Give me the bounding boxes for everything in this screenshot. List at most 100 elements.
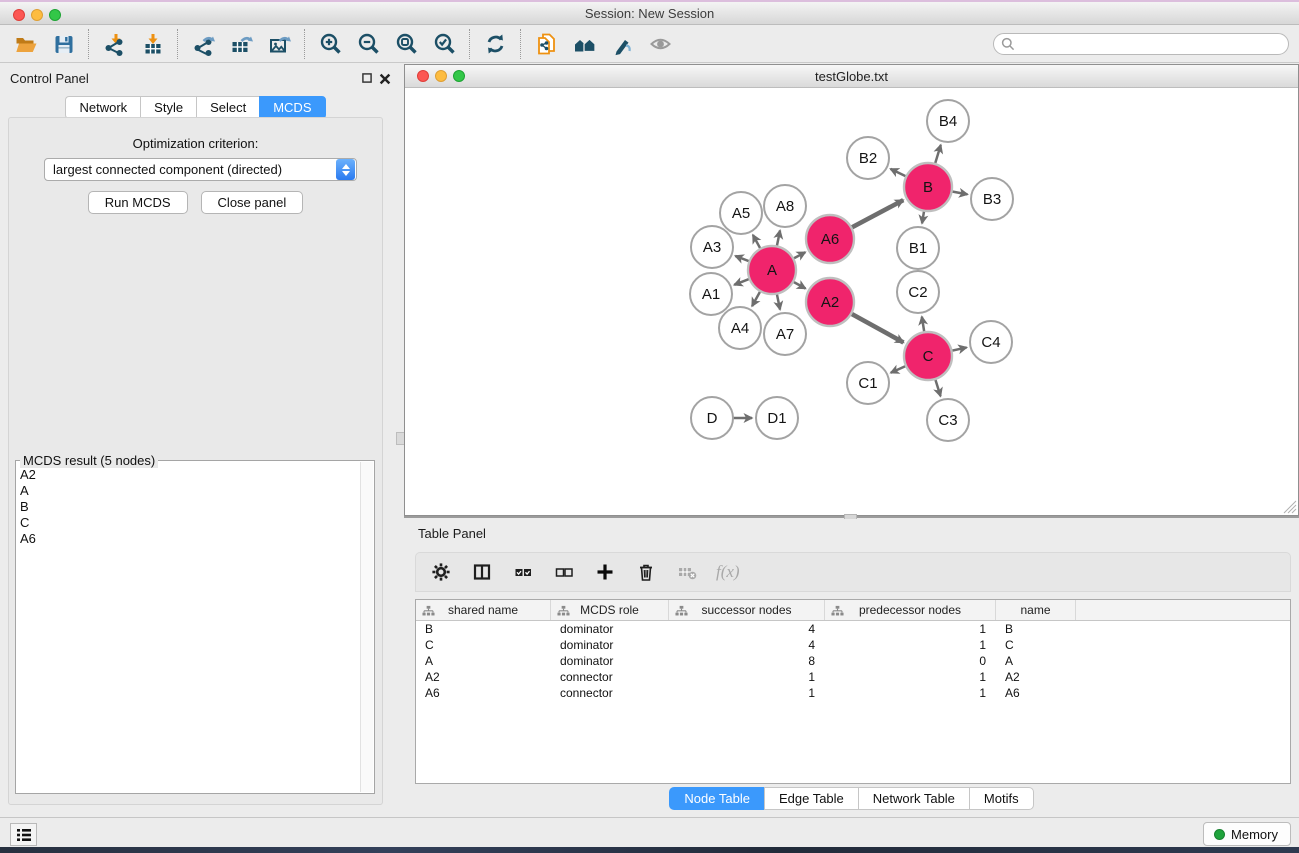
memory-button[interactable]: Memory xyxy=(1203,822,1291,846)
tab-select[interactable]: Select xyxy=(196,96,259,119)
table-row[interactable]: A6connector11A6 xyxy=(416,685,1290,701)
run-mcds-button[interactable]: Run MCDS xyxy=(88,191,188,214)
resize-grip-icon[interactable] xyxy=(1283,500,1297,514)
save-session-icon[interactable] xyxy=(49,30,77,58)
float-panel-icon[interactable] xyxy=(362,73,372,83)
cell-shared-name[interactable]: A6 xyxy=(416,685,551,701)
open-session-icon[interactable] xyxy=(11,30,39,58)
import-network-icon[interactable] xyxy=(100,30,128,58)
network-canvas[interactable]: B4B2BB3A8A5A6A3B1AC2A1A2A4A7C4CC1C3DD1 xyxy=(405,88,1298,515)
cell-successor-nodes[interactable]: 1 xyxy=(669,685,825,701)
cell-MCDS-role[interactable]: connector xyxy=(551,669,669,685)
cell-shared-name[interactable]: B xyxy=(416,621,551,637)
export-network-icon[interactable] xyxy=(189,30,217,58)
add-column-icon[interactable] xyxy=(593,560,617,584)
node-A1[interactable]: A1 xyxy=(690,273,732,315)
criterion-select[interactable]: largest connected component (directed) xyxy=(44,158,357,181)
settings-icon[interactable] xyxy=(429,560,453,584)
table-row[interactable]: Bdominator41B xyxy=(416,621,1290,637)
cell-shared-name[interactable]: C xyxy=(416,637,551,653)
cell-MCDS-role[interactable]: dominator xyxy=(551,621,669,637)
table-row[interactable]: Adominator80A xyxy=(416,653,1290,669)
refresh-icon[interactable] xyxy=(481,30,509,58)
cell-successor-nodes[interactable]: 1 xyxy=(669,669,825,685)
deselect-all-icon[interactable] xyxy=(552,560,576,584)
export-image-icon[interactable] xyxy=(265,30,293,58)
cell-predecessor-nodes[interactable]: 1 xyxy=(825,669,996,685)
result-node-item[interactable]: A xyxy=(20,483,358,499)
node-A5[interactable]: A5 xyxy=(720,192,762,234)
node-C4[interactable]: C4 xyxy=(970,321,1012,363)
cell-name[interactable]: B xyxy=(996,621,1076,637)
node-C1[interactable]: C1 xyxy=(847,362,889,404)
node-A7[interactable]: A7 xyxy=(764,313,806,355)
table-row[interactable]: Cdominator41C xyxy=(416,637,1290,653)
cell-shared-name[interactable]: A xyxy=(416,653,551,669)
cell-MCDS-role[interactable]: dominator xyxy=(551,653,669,669)
export-table-icon[interactable] xyxy=(227,30,255,58)
column-header-MCDS-role[interactable]: MCDS role xyxy=(551,600,669,620)
import-table-icon[interactable] xyxy=(138,30,166,58)
tab-mcds[interactable]: MCDS xyxy=(259,96,325,119)
select-all-icon[interactable] xyxy=(511,560,535,584)
cell-name[interactable]: A6 xyxy=(996,685,1076,701)
zoom-selected-icon[interactable] xyxy=(430,30,458,58)
search-field[interactable] xyxy=(993,33,1289,55)
column-header-name[interactable]: name xyxy=(996,600,1076,620)
cell-predecessor-nodes[interactable]: 1 xyxy=(825,637,996,653)
zoom-out-icon[interactable] xyxy=(354,30,382,58)
cell-successor-nodes[interactable]: 4 xyxy=(669,621,825,637)
node-C[interactable]: C xyxy=(904,332,952,380)
node-A3[interactable]: A3 xyxy=(691,226,733,268)
delete-column-icon[interactable] xyxy=(634,560,658,584)
close-panel-button[interactable]: Close panel xyxy=(201,191,304,214)
node-C2[interactable]: C2 xyxy=(897,271,939,313)
column-header-shared-name[interactable]: shared name xyxy=(416,600,551,620)
column-header-successor-nodes[interactable]: successor nodes xyxy=(669,600,825,620)
task-history-button[interactable] xyxy=(10,823,37,846)
result-node-item[interactable]: B xyxy=(20,499,358,515)
column-header-predecessor-nodes[interactable]: predecessor nodes xyxy=(825,600,996,620)
cell-predecessor-nodes[interactable]: 0 xyxy=(825,653,996,669)
tab-network[interactable]: Network xyxy=(65,96,140,119)
select-stepper-icon[interactable] xyxy=(336,159,355,180)
cell-successor-nodes[interactable]: 8 xyxy=(669,653,825,669)
cell-predecessor-nodes[interactable]: 1 xyxy=(825,621,996,637)
cell-successor-nodes[interactable]: 4 xyxy=(669,637,825,653)
column-browser-icon[interactable] xyxy=(470,560,494,584)
network-graph[interactable]: B4B2BB3A8A5A6A3B1AC2A1A2A4A7C4CC1C3DD1 xyxy=(405,88,1298,516)
cell-predecessor-nodes[interactable]: 1 xyxy=(825,685,996,701)
result-scrollbar[interactable] xyxy=(360,462,373,792)
new-network-from-selection-icon[interactable] xyxy=(532,30,560,58)
network-window-titlebar[interactable]: testGlobe.txt xyxy=(405,65,1298,88)
cell-name[interactable]: A2 xyxy=(996,669,1076,685)
node-B2[interactable]: B2 xyxy=(847,137,889,179)
node-A6[interactable]: A6 xyxy=(806,215,854,263)
tab-motifs[interactable]: Motifs xyxy=(969,787,1034,810)
node-A4[interactable]: A4 xyxy=(719,307,761,349)
result-node-item[interactable]: A6 xyxy=(20,531,358,547)
show-hide-details-icon[interactable] xyxy=(646,30,674,58)
tab-edge-table[interactable]: Edge Table xyxy=(764,787,858,810)
cell-shared-name[interactable]: A2 xyxy=(416,669,551,685)
tab-network-table[interactable]: Network Table xyxy=(858,787,969,810)
cell-MCDS-role[interactable]: dominator xyxy=(551,637,669,653)
tab-node-table[interactable]: Node Table xyxy=(669,787,764,810)
node-B[interactable]: B xyxy=(904,163,952,211)
first-neighbors-icon[interactable] xyxy=(570,30,598,58)
zoom-in-icon[interactable] xyxy=(316,30,344,58)
node-D[interactable]: D xyxy=(691,397,733,439)
result-node-item[interactable]: A2 xyxy=(20,467,358,483)
cell-name[interactable]: C xyxy=(996,637,1076,653)
node-B3[interactable]: B3 xyxy=(971,178,1013,220)
node-A8[interactable]: A8 xyxy=(764,185,806,227)
search-input[interactable] xyxy=(1019,35,1288,53)
close-panel-icon[interactable] xyxy=(379,73,391,85)
node-D1[interactable]: D1 xyxy=(756,397,798,439)
table-row[interactable]: A2connector11A2 xyxy=(416,669,1290,685)
graphics-details-icon[interactable] xyxy=(608,30,636,58)
node-A[interactable]: A xyxy=(748,246,796,294)
cell-MCDS-role[interactable]: connector xyxy=(551,685,669,701)
node-B4[interactable]: B4 xyxy=(927,100,969,142)
cell-name[interactable]: A xyxy=(996,653,1076,669)
